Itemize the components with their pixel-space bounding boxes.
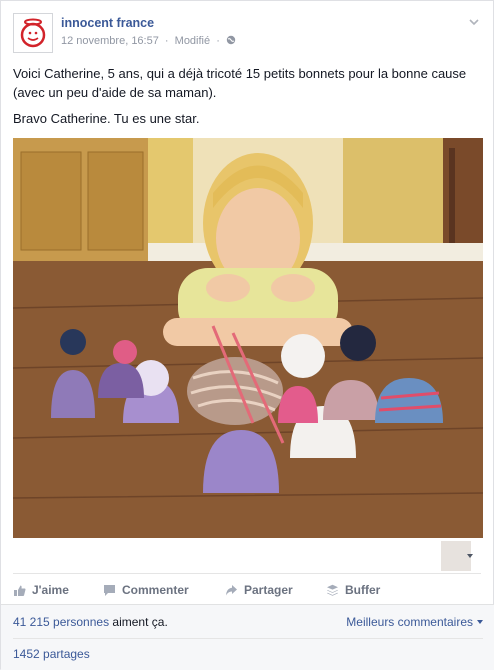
post-timestamp[interactable]: 12 novembre, 16:57 xyxy=(61,35,159,47)
buffer-icon xyxy=(327,584,338,596)
comment-button[interactable]: Commenter xyxy=(103,582,189,598)
post-text: Voici Catherine, 5 ans, qui a déjà trico… xyxy=(13,64,481,135)
caret-down-icon[interactable] xyxy=(467,554,473,558)
caret-down-icon xyxy=(477,620,483,624)
edited-label[interactable]: Modifié xyxy=(175,35,210,47)
page-name-link[interactable]: innocent france xyxy=(61,16,154,30)
meta-separator: · xyxy=(164,35,169,47)
likes-summary: 41 215 personnes aiment ça. xyxy=(13,615,168,629)
shares-count-link[interactable]: 1452 partages xyxy=(13,647,90,661)
footer-divider xyxy=(13,638,483,639)
comments-sort-dropdown[interactable]: Meilleurs commentaires xyxy=(346,615,483,629)
buffer-label: Buffer xyxy=(345,583,381,597)
innocent-logo-icon xyxy=(20,18,46,48)
post-card: innocent france 12 novembre, 16:57 · Mod… xyxy=(0,0,494,670)
post-meta: 12 novembre, 16:57 · Modifié · xyxy=(61,35,236,47)
comment-icon xyxy=(104,584,115,596)
post-footer: 41 215 personnes aiment ça. Meilleurs co… xyxy=(1,604,494,670)
like-label: J'aime xyxy=(32,583,69,597)
photo-girl-with-knitted-hats xyxy=(13,138,483,538)
like-button[interactable]: J'aime xyxy=(13,582,69,598)
likes-suffix: aiment ça. xyxy=(109,615,168,629)
share-button[interactable]: Partager xyxy=(225,582,293,598)
post-photo[interactable] xyxy=(13,138,483,538)
likes-count-link[interactable]: 41 215 personnes xyxy=(13,615,109,629)
meta-separator-2: · xyxy=(216,35,220,47)
post-text-line: Voici Catherine, 5 ans, qui a déjà trico… xyxy=(13,66,467,100)
post-header: innocent france 12 novembre, 16:57 · Mod… xyxy=(13,13,481,55)
globe-icon[interactable] xyxy=(226,35,236,45)
post-text-line: Bravo Catherine. Tu es une star. xyxy=(13,111,200,126)
thumbs-up-icon xyxy=(14,585,26,596)
page-avatar[interactable] xyxy=(13,13,53,53)
comment-label: Commenter xyxy=(122,583,189,597)
post-actions: J'aime Commenter Partager Buffer xyxy=(13,573,481,601)
share-arrow-icon xyxy=(226,584,237,595)
share-label: Partager xyxy=(244,583,293,597)
buffer-button[interactable]: Buffer xyxy=(326,582,380,598)
chevron-down-icon[interactable] xyxy=(467,15,481,29)
comments-sort-label: Meilleurs commentaires xyxy=(346,615,473,629)
